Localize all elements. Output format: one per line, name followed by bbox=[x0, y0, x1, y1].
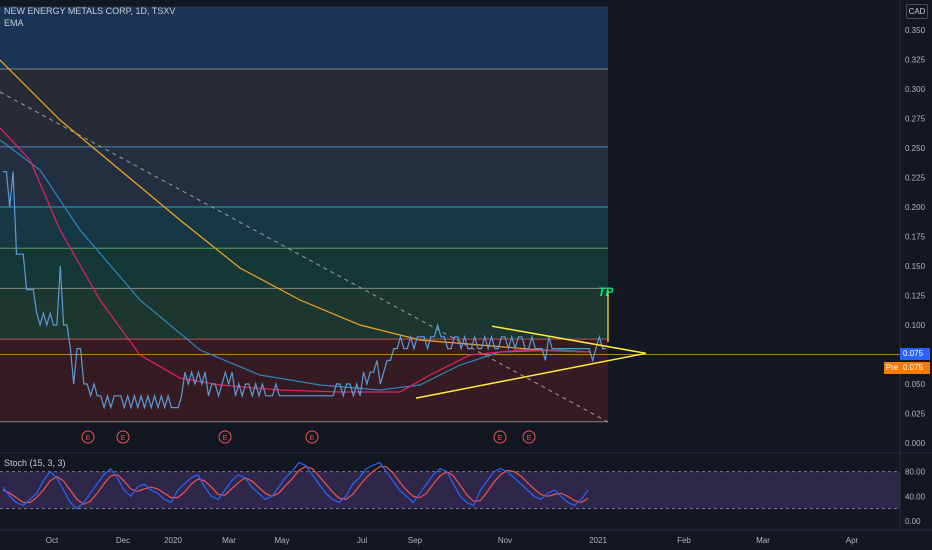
price-tick-label: 0.250 bbox=[905, 144, 926, 153]
ema-indicator-label[interactable]: EMA bbox=[4, 18, 24, 28]
time-tick-label: 2021 bbox=[589, 536, 607, 545]
earnings-marker-label: E bbox=[121, 435, 126, 442]
time-tick-label: Apr bbox=[846, 536, 859, 545]
price-tick-label: 0.350 bbox=[905, 26, 926, 35]
price-tick-label: 0.025 bbox=[905, 410, 926, 419]
time-tick-label: May bbox=[274, 536, 289, 545]
currency-button[interactable]: CAD bbox=[906, 4, 928, 19]
price-tick-label: 0.200 bbox=[905, 203, 926, 212]
price-tick-label: 0.000 bbox=[905, 439, 926, 448]
time-tick-label: Feb bbox=[677, 536, 691, 545]
price-tick-label: 0.175 bbox=[905, 233, 926, 242]
price-tick-label: 0.300 bbox=[905, 85, 926, 94]
earnings-marker-label: E bbox=[527, 435, 532, 442]
chart-title: NEW ENERGY METALS CORP, 1D, TSXV bbox=[4, 6, 176, 16]
future-area bbox=[608, 0, 900, 423]
earnings-marker-label: E bbox=[223, 435, 228, 442]
time-tick-label: Oct bbox=[46, 536, 59, 545]
stoch-indicator-label[interactable]: Stoch (15, 3, 3) bbox=[4, 458, 66, 468]
stoch-tick-label: 0.00 bbox=[905, 517, 921, 526]
target-label: TP bbox=[598, 285, 614, 299]
time-tick-label: 2020 bbox=[164, 536, 182, 545]
fib-zone bbox=[0, 68, 608, 147]
fib-zone bbox=[0, 146, 608, 207]
price-tick-label: 0.325 bbox=[905, 56, 926, 65]
price-tick-label: 0.125 bbox=[905, 292, 926, 301]
earnings-marker-label: E bbox=[86, 435, 91, 442]
time-tick-label: Sep bbox=[408, 536, 423, 545]
price-tick-label: 0.150 bbox=[905, 262, 926, 271]
price-tick-label: 0.275 bbox=[905, 115, 926, 124]
fib-zone bbox=[0, 288, 608, 340]
earnings-marker-label: E bbox=[498, 435, 503, 442]
time-tick-label: Mar bbox=[756, 536, 770, 545]
time-tick-label: Jul bbox=[357, 536, 367, 545]
last-price-tag: 0.075 bbox=[900, 348, 930, 360]
fib-zone bbox=[0, 207, 608, 249]
price-tick-label: 0.100 bbox=[905, 321, 926, 330]
time-tick-label: Nov bbox=[498, 536, 512, 545]
price-tick-label: 0.225 bbox=[905, 174, 926, 183]
pre-market-badge: Pre bbox=[884, 362, 900, 374]
pre-market-price-tag: 0.075 bbox=[900, 362, 930, 374]
time-tick-label: Mar bbox=[222, 536, 236, 545]
price-tick-label: 0.050 bbox=[905, 380, 926, 389]
time-tick-label: Dec bbox=[116, 536, 130, 545]
earnings-marker-label: E bbox=[310, 435, 315, 442]
stoch-tick-label: 80.00 bbox=[905, 468, 926, 477]
stoch-tick-label: 40.00 bbox=[905, 492, 926, 501]
price-chart[interactable]: TP E E E E E E 0.350 0.325 0.300 0.275 0.250 0.225 0.… bbox=[0, 0, 932, 550]
fib-zone bbox=[0, 248, 608, 289]
